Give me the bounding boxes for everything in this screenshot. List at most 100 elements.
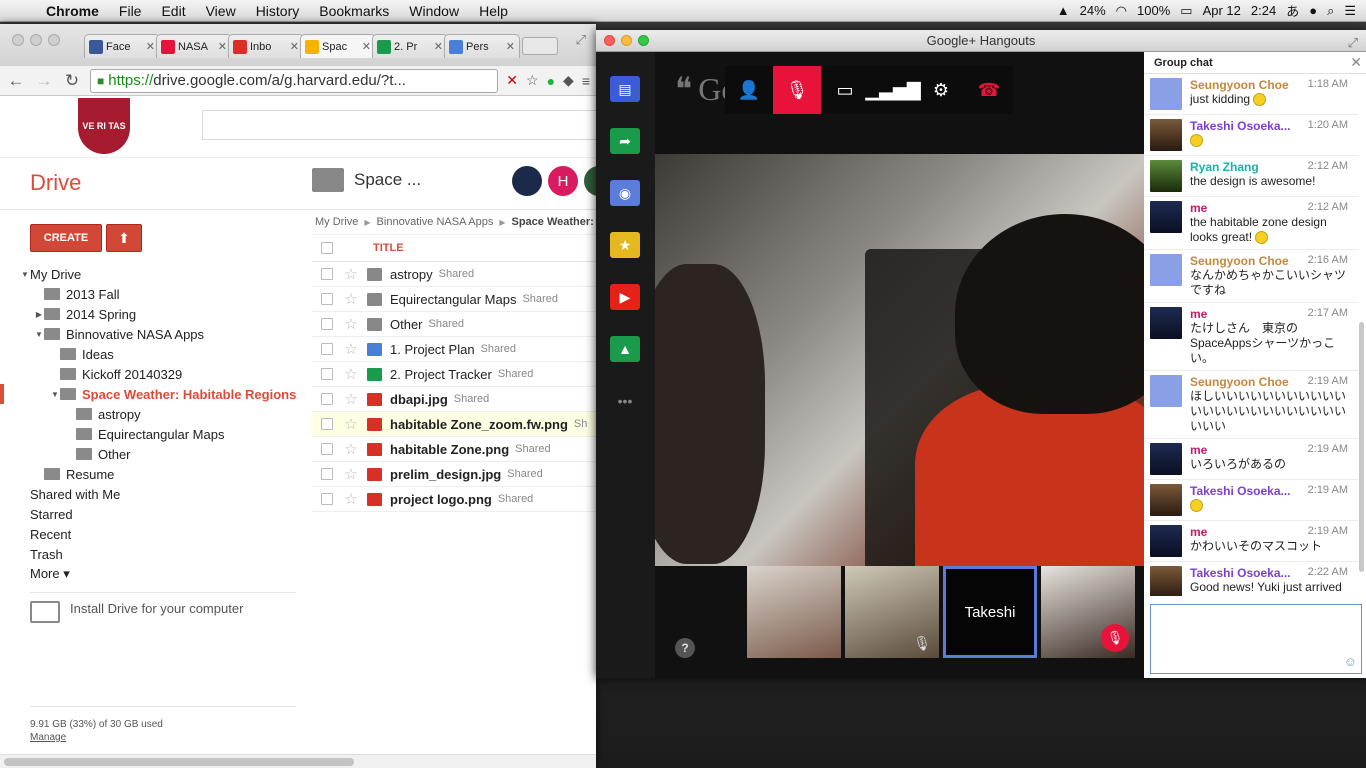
avatar-user-3[interactable]: [584, 166, 596, 196]
star-icon[interactable]: ☆: [343, 315, 359, 333]
dropbox-icon[interactable]: ▲: [1057, 3, 1070, 18]
chat-scrollbar[interactable]: [1359, 322, 1364, 572]
file-checkbox[interactable]: [321, 318, 333, 330]
drive-search-input[interactable]: [202, 110, 596, 140]
star-icon[interactable]: ☆: [343, 440, 359, 458]
file-row[interactable]: ☆ 1. Project Plan Shared: [312, 337, 596, 362]
avatar-user-h[interactable]: H: [548, 166, 578, 196]
folder-tree-item[interactable]: ▼ My Drive: [0, 264, 306, 284]
file-row[interactable]: ☆ habitable Zone_zoom.fw.png Sh: [312, 412, 596, 437]
chat-icon[interactable]: ▤: [610, 76, 640, 102]
sender-avatar[interactable]: [1150, 484, 1182, 516]
bandwidth-icon[interactable]: ▁▃▅▇: [865, 66, 920, 114]
breadcrumb-binnovative[interactable]: Binnovative NASA Apps: [377, 216, 494, 228]
browser-tab-4[interactable]: 2. Pr ✕: [372, 34, 448, 58]
file-checkbox[interactable]: [321, 418, 333, 430]
menu-help[interactable]: Help: [469, 3, 518, 19]
menu-window[interactable]: Window: [399, 3, 469, 19]
star-icon[interactable]: ☆: [343, 265, 359, 283]
install-drive-link[interactable]: Install Drive for your computer: [30, 592, 296, 623]
file-row[interactable]: ☆ habitable Zone.png Shared: [312, 437, 596, 462]
participant-thumb-takeshi[interactable]: Takeshi: [943, 566, 1037, 658]
folder-tree-item[interactable]: Ideas: [0, 344, 306, 364]
settings-gear-icon[interactable]: ⚙: [917, 66, 965, 114]
menu-bookmarks[interactable]: Bookmarks: [309, 3, 399, 19]
menu-file[interactable]: File: [109, 3, 152, 19]
star-icon[interactable]: ☆: [343, 340, 359, 358]
back-button[interactable]: ←: [6, 71, 26, 91]
file-row[interactable]: ☆ prelim_design.jpg Shared: [312, 462, 596, 487]
title-column-header[interactable]: TITLE: [373, 242, 404, 254]
folder-tree-item[interactable]: ▼ Space Weather: Habitable Regions: [0, 384, 306, 404]
drive-nav-item[interactable]: More ▾: [0, 564, 306, 584]
reload-button[interactable]: ↻: [62, 71, 82, 91]
close-window-button[interactable]: [604, 35, 615, 46]
file-checkbox[interactable]: [321, 443, 333, 455]
expand-arrow-icon[interactable]: ▼: [34, 330, 44, 339]
battery-icon[interactable]: ▭: [1180, 3, 1192, 19]
drive-nav-item[interactable]: Trash: [0, 544, 306, 564]
blocked-content-icon[interactable]: ✕: [506, 72, 518, 89]
expand-arrow-icon[interactable]: ▼: [50, 390, 60, 399]
minimize-window-button[interactable]: [621, 35, 632, 46]
user-icon[interactable]: ●: [1309, 3, 1317, 18]
google-drive-icon[interactable]: ▲: [610, 336, 640, 362]
turn-off-camera-icon[interactable]: ▭: [821, 66, 869, 114]
bookmark-star-icon[interactable]: ☆: [526, 72, 539, 89]
address-bar[interactable]: ■ https:// drive.google.com/a/g.harvard.…: [90, 68, 499, 93]
menubar-time[interactable]: 2:24: [1251, 3, 1276, 18]
star-icon[interactable]: ☆: [343, 415, 359, 433]
star-icon[interactable]: ☆: [343, 390, 359, 408]
more-apps-icon[interactable]: •••: [610, 388, 640, 414]
browser-tab-1[interactable]: NASA ✕: [156, 34, 232, 58]
sender-avatar[interactable]: [1150, 443, 1182, 475]
file-row[interactable]: ☆ dbapi.jpg Shared: [312, 387, 596, 412]
file-row[interactable]: ☆ astropy Shared: [312, 262, 596, 287]
minimize-window-button[interactable]: [30, 34, 42, 46]
folder-tree-item[interactable]: ▶ 2014 Spring: [0, 304, 306, 324]
folder-tree-item[interactable]: Kickoff 20140329: [0, 364, 306, 384]
browser-tab-0[interactable]: Face ✕: [84, 34, 160, 58]
folder-tree-item[interactable]: Resume: [0, 464, 306, 484]
select-all-checkbox[interactable]: [321, 242, 333, 254]
close-tab-icon[interactable]: ✕: [506, 40, 515, 53]
chat-message-input[interactable]: ☺: [1150, 604, 1362, 674]
file-checkbox[interactable]: [321, 293, 333, 305]
current-folder-title[interactable]: Space ...: [354, 170, 421, 190]
menu-app-chrome[interactable]: Chrome: [36, 3, 109, 19]
close-tab-icon[interactable]: ✕: [362, 40, 371, 53]
file-name[interactable]: habitable Zone.png: [390, 442, 509, 457]
browser-tab-3[interactable]: Spac ✕: [300, 34, 376, 58]
close-chat-icon[interactable]: ✕: [1350, 54, 1362, 71]
close-tab-icon[interactable]: ✕: [146, 40, 155, 53]
sender-avatar[interactable]: [1150, 566, 1182, 596]
notification-list-icon[interactable]: ☰: [1344, 3, 1356, 19]
folder-tree-item[interactable]: Other: [0, 444, 306, 464]
folder-tree-item[interactable]: astropy: [0, 404, 306, 424]
file-name[interactable]: habitable Zone_zoom.fw.png: [390, 417, 568, 432]
invite-people-icon[interactable]: 👤: [725, 66, 773, 114]
close-tab-icon[interactable]: ✕: [218, 40, 227, 53]
drive-nav-item[interactable]: Recent: [0, 524, 306, 544]
chrome-menu-icon[interactable]: ≡: [582, 73, 590, 89]
extension-green-icon[interactable]: ●: [547, 73, 555, 89]
horizontal-scrollbar[interactable]: [0, 754, 596, 768]
close-tab-icon[interactable]: ✕: [434, 40, 443, 53]
file-checkbox[interactable]: [321, 343, 333, 355]
drive-title[interactable]: Drive: [30, 170, 81, 196]
input-method-icon[interactable]: あ: [1286, 1, 1299, 20]
star-icon[interactable]: ☆: [343, 490, 359, 508]
file-name[interactable]: project logo.png: [390, 492, 492, 507]
effects-icon[interactable]: ★: [610, 232, 640, 258]
hang-up-icon[interactable]: ☎: [965, 66, 1013, 114]
menu-history[interactable]: History: [246, 3, 310, 19]
screenshare-icon[interactable]: ➦: [610, 128, 640, 154]
star-icon[interactable]: ☆: [343, 465, 359, 483]
participant-thumb-1[interactable]: [747, 566, 841, 658]
spotlight-search-icon[interactable]: ⌕: [1327, 3, 1334, 19]
fullscreen-icon[interactable]: ⤢: [576, 32, 586, 48]
file-name[interactable]: dbapi.jpg: [390, 392, 448, 407]
mute-microphone-icon[interactable]: 🎙: [773, 66, 821, 114]
folder-tree-item[interactable]: ▼ Binnovative NASA Apps: [0, 324, 306, 344]
file-name[interactable]: Equirectangular Maps: [390, 292, 516, 307]
